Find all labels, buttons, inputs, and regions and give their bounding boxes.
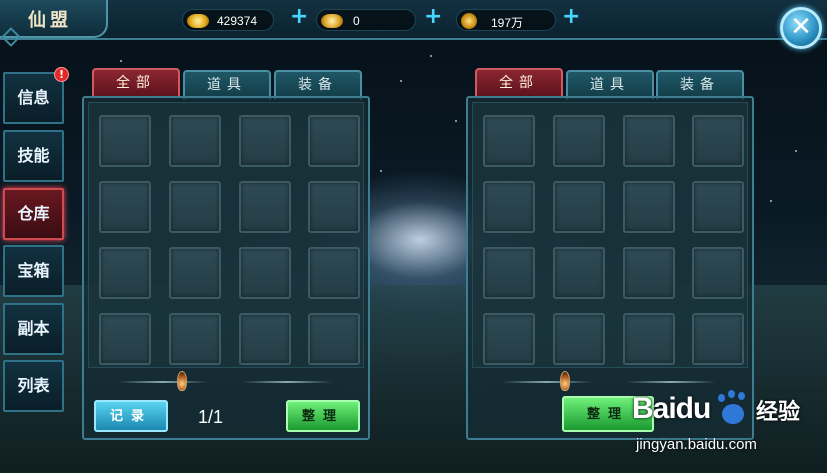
tab-label: 全部: [116, 75, 156, 91]
paw-toe: [718, 394, 725, 402]
flame-ornament: [560, 371, 570, 391]
storage-slot[interactable]: [239, 247, 291, 299]
storage-slot[interactable]: [308, 313, 360, 365]
paw-icon: [722, 404, 744, 424]
add-silver-button[interactable]: +: [424, 6, 442, 28]
flame-ornament: [177, 371, 187, 391]
storage-slot[interactable]: [169, 247, 221, 299]
storage-slot[interactable]: [692, 115, 744, 167]
divider: [502, 381, 592, 383]
storage-slot[interactable]: [483, 115, 535, 167]
storage-slot[interactable]: [483, 313, 535, 365]
storage-slot[interactable]: [623, 115, 675, 167]
sidebar-item-skills[interactable]: 技能: [3, 130, 64, 182]
silver-value: 0: [353, 14, 360, 28]
silver-ingot-icon: [321, 14, 343, 28]
watermark-cn: 经验: [756, 400, 801, 425]
coin-value: 197万: [491, 16, 524, 30]
storage-slot[interactable]: [308, 247, 360, 299]
storage-slot[interactable]: [169, 313, 221, 365]
record-button[interactable]: 记录: [94, 400, 168, 432]
storage-slot[interactable]: [553, 313, 605, 365]
storage-slot[interactable]: [239, 313, 291, 365]
gold-value: 429374: [217, 14, 258, 28]
coin-icon: [461, 13, 477, 29]
storage-slot[interactable]: [623, 313, 675, 365]
close-icon: ✕: [790, 12, 812, 42]
watermark: Baidu 经验 jingyan.baidu.com: [632, 384, 822, 470]
sidebar-item-dungeon[interactable]: 副本: [3, 303, 64, 355]
storage-slot[interactable]: [239, 181, 291, 233]
storage-slot[interactable]: [169, 181, 221, 233]
currency-coin: 197万: [456, 9, 556, 31]
tab-label: 道具: [207, 77, 247, 93]
divider: [118, 381, 208, 383]
storage-slot[interactable]: [99, 181, 151, 233]
game-background: 仙盟 429374 + 0 + 197万 + ✕ 信息 ! 技能 仓库 宝箱 副…: [0, 0, 827, 473]
page-title: 仙盟: [28, 10, 72, 31]
storage-slot[interactable]: [692, 247, 744, 299]
divider: [626, 381, 716, 383]
watermark-url: jingyan.baidu.com: [636, 436, 757, 453]
paw-toe: [728, 390, 735, 398]
add-coin-button[interactable]: +: [562, 6, 580, 28]
right-grid-area: [472, 102, 748, 368]
notification-badge: !: [54, 67, 69, 82]
tab-label: 装备: [680, 77, 720, 93]
storage-slot[interactable]: [483, 247, 535, 299]
right-tab-all[interactable]: 全部: [475, 68, 563, 98]
paw-toe: [738, 392, 745, 400]
storage-slot[interactable]: [99, 313, 151, 365]
sidebar-item-label: 信息: [17, 88, 50, 107]
storage-slot[interactable]: [308, 115, 360, 167]
storage-slot[interactable]: [623, 181, 675, 233]
storage-slot[interactable]: [692, 181, 744, 233]
storage-slot[interactable]: [99, 115, 151, 167]
currency-silver: 0: [316, 9, 416, 31]
sidebar-item-label: 仓库: [17, 204, 50, 223]
top-bar: 仙盟 429374 + 0 + 197万 +: [0, 0, 827, 47]
sidebar-item-info[interactable]: 信息: [3, 72, 64, 124]
sidebar-item-treasure[interactable]: 宝箱: [3, 245, 64, 297]
left-grid-area: [88, 102, 364, 368]
storage-slot[interactable]: [169, 115, 221, 167]
storage-slot[interactable]: [553, 115, 605, 167]
sidebar-item-label: 列表: [17, 376, 50, 395]
storage-slot[interactable]: [553, 247, 605, 299]
page-indicator: 1/1: [198, 407, 224, 427]
tab-label: 全部: [499, 75, 539, 91]
storage-slot[interactable]: [99, 247, 151, 299]
left-storage-panel: 记录 1/1 整理: [82, 96, 370, 440]
storage-slot[interactable]: [483, 181, 535, 233]
divider: [242, 381, 332, 383]
storage-slot[interactable]: [308, 181, 360, 233]
gold-ingot-icon: [187, 14, 209, 28]
currency-gold: 429374: [182, 9, 274, 31]
left-tab-all[interactable]: 全部: [92, 68, 180, 98]
storage-slot[interactable]: [623, 247, 675, 299]
sidebar-item-warehouse[interactable]: 仓库: [3, 188, 64, 240]
sidebar-item-label: 技能: [17, 146, 50, 165]
sidebar-item-label: 副本: [17, 319, 50, 338]
sidebar-item-list[interactable]: 列表: [3, 360, 64, 412]
tab-label: 道具: [590, 77, 630, 93]
left-sort-button[interactable]: 整理: [286, 400, 360, 432]
add-gold-button[interactable]: +: [290, 6, 308, 28]
tab-label: 装备: [298, 77, 338, 93]
sidebar-item-label: 宝箱: [17, 261, 50, 280]
close-button[interactable]: ✕: [780, 7, 822, 49]
watermark-logo: Baidu: [632, 392, 711, 425]
storage-slot[interactable]: [553, 181, 605, 233]
storage-slot[interactable]: [692, 313, 744, 365]
storage-slot[interactable]: [239, 115, 291, 167]
